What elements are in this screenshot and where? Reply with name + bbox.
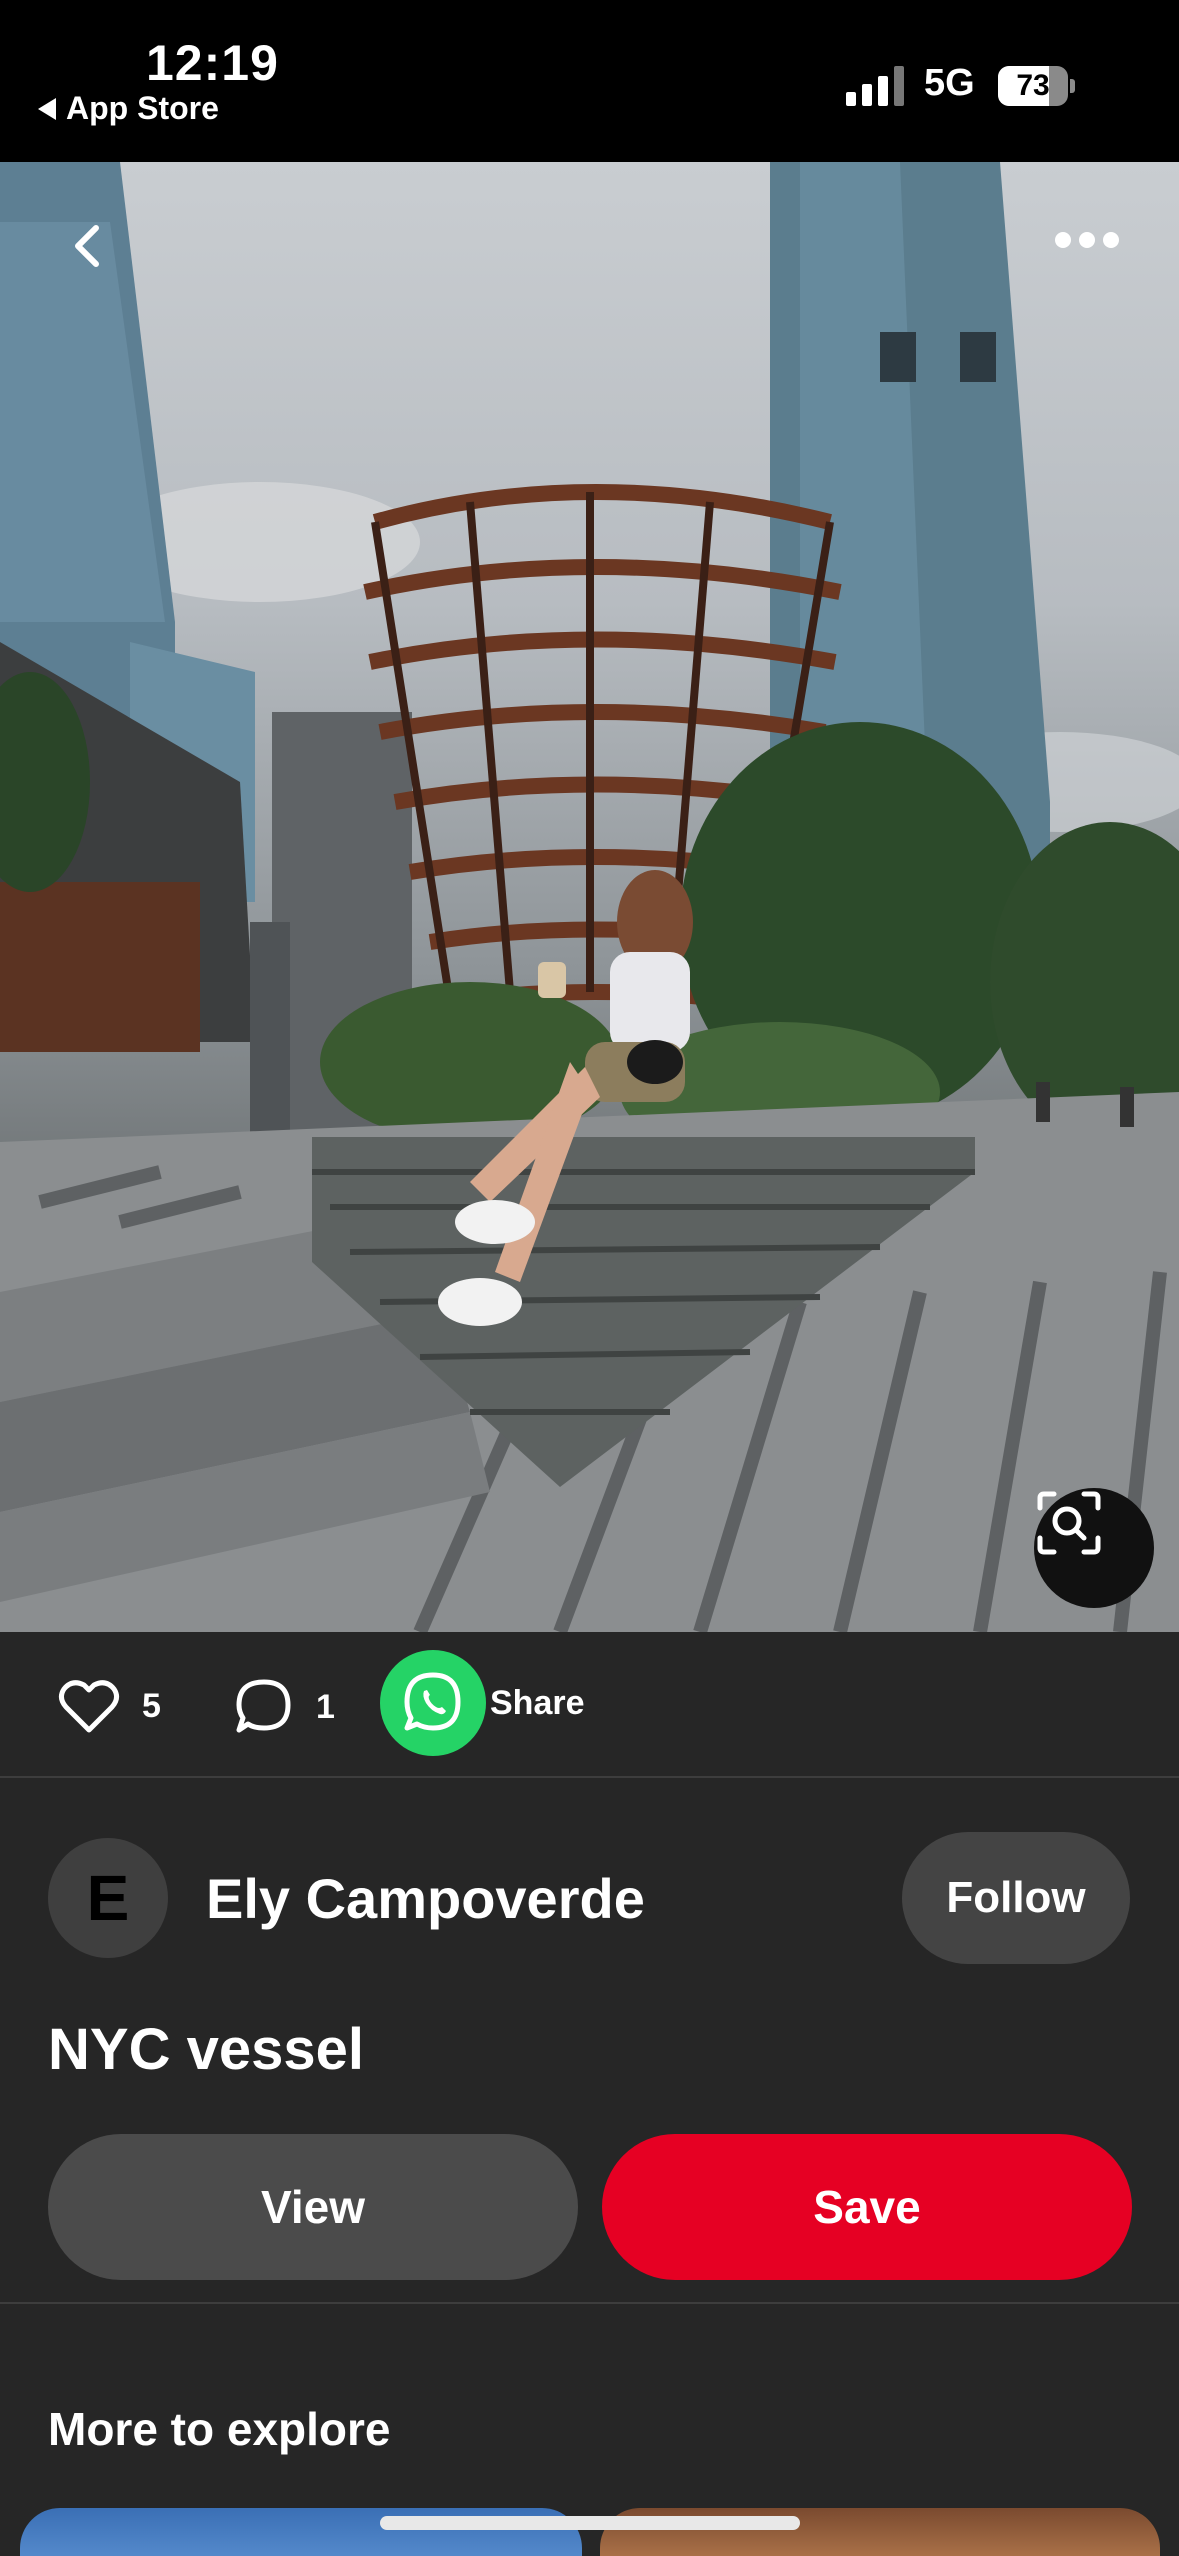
divider [0, 2302, 1179, 2304]
share-label: Share [490, 1683, 585, 1722]
visual-search-button[interactable] [1034, 1488, 1154, 1608]
author-avatar[interactable]: E [48, 1838, 168, 1958]
view-button[interactable]: View [48, 2134, 578, 2280]
share-button[interactable]: Share [380, 1650, 585, 1756]
comments-count: 1 [316, 1687, 335, 1726]
likes-count: 5 [142, 1686, 161, 1725]
heart-icon [58, 1680, 120, 1733]
author-name[interactable]: Ely Campoverde [206, 1866, 645, 1931]
comment-icon [236, 1679, 291, 1733]
more-options-button[interactable] [1055, 232, 1123, 254]
save-button[interactable]: Save [602, 2134, 1132, 2280]
home-indicator [380, 2516, 800, 2530]
comment-button[interactable]: 1 [234, 1678, 335, 1736]
cellular-signal-icon [846, 66, 904, 106]
status-time: 12:19 [146, 35, 279, 91]
chevron-left-icon [75, 225, 99, 267]
back-button[interactable] [62, 218, 118, 274]
pin-title: NYC vessel [48, 2017, 364, 2082]
pin-image[interactable] [0, 162, 1179, 1632]
like-button[interactable]: 5 [58, 1678, 161, 1734]
divider [0, 1776, 1179, 1778]
actions-row: 5 1 Share [0, 1632, 1179, 1778]
more-to-explore-heading: More to explore [48, 2403, 391, 2455]
battery-percent: 73 [1016, 69, 1050, 102]
pin-details: 5 1 Share E Ely Campoverde Follow NYC ve… [0, 1632, 1179, 2556]
more-horizontal-icon [1055, 232, 1071, 248]
vessel-photo-illustration [0, 162, 1179, 1632]
visual-search-icon [1037, 1491, 1101, 1555]
follow-button[interactable]: Follow [902, 1832, 1130, 1964]
battery-icon: 73 [998, 66, 1075, 106]
status-bar: 12:19 App Store 5G 73 [0, 0, 1179, 162]
back-app-label: App Store [66, 90, 219, 126]
back-to-app-store-link[interactable]: App Store [38, 90, 219, 127]
network-type: 5G [924, 62, 975, 104]
back-triangle-icon [38, 97, 56, 120]
whatsapp-icon [380, 1650, 486, 1756]
